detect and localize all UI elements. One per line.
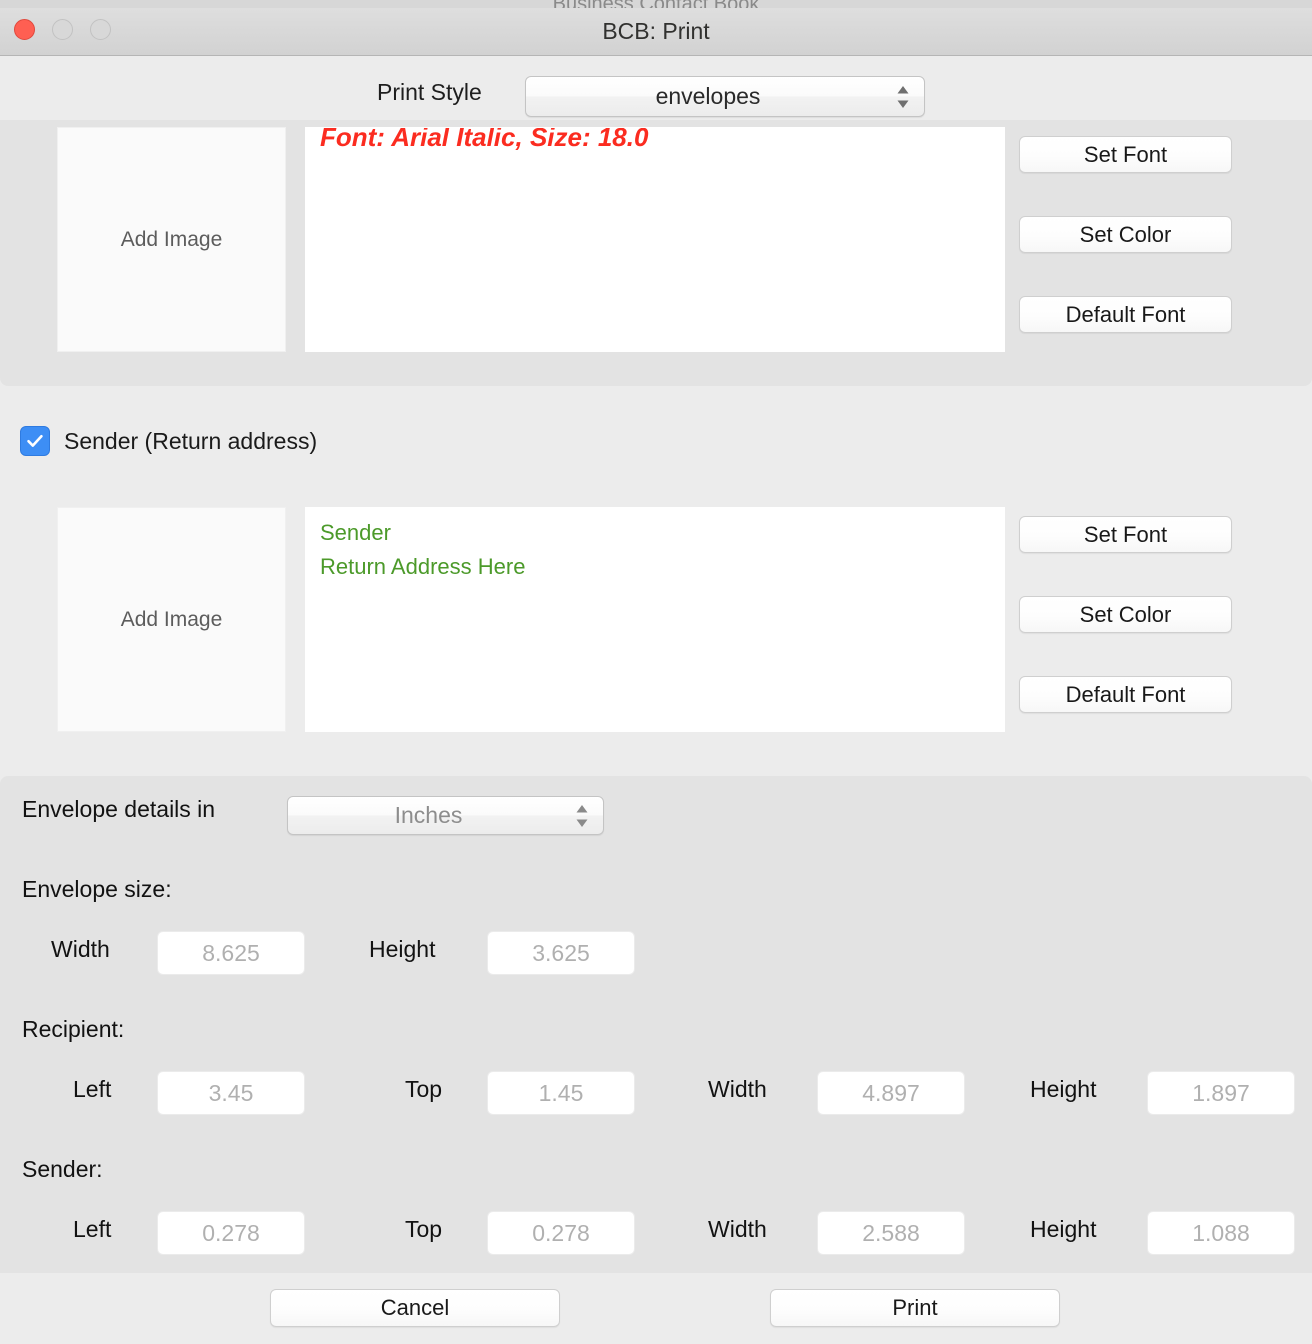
cancel-button-label: Cancel bbox=[380, 1295, 450, 1320]
chevron-updown-icon bbox=[896, 84, 910, 110]
sender-enable-checkbox[interactable] bbox=[20, 426, 50, 456]
envelope-units-dropdown[interactable]: Inches bbox=[287, 796, 604, 835]
footer-bar bbox=[0, 1273, 1312, 1344]
recipient-height-label: Height bbox=[1030, 1076, 1097, 1102]
chevron-updown-icon bbox=[575, 803, 589, 829]
sender-default-font-label: Default Font bbox=[1065, 681, 1186, 707]
sender-set-color-button[interactable]: Set Color bbox=[1019, 596, 1232, 633]
recipient-width-input[interactable]: 4.897 bbox=[817, 1071, 965, 1115]
sender-height-label: Height bbox=[1030, 1216, 1097, 1242]
recipient-add-image-label: Add Image bbox=[120, 227, 223, 251]
envelope-size-label: Envelope size: bbox=[22, 876, 172, 902]
checkmark-icon bbox=[27, 434, 43, 447]
sender-left-label: Left bbox=[73, 1216, 112, 1242]
recipient-set-color-button[interactable]: Set Color bbox=[1019, 216, 1232, 253]
recipient-set-font-button[interactable]: Set Font bbox=[1019, 136, 1232, 173]
sender-width-label: Width bbox=[708, 1216, 767, 1242]
sender-enable-checkbox-row[interactable]: Sender (Return address) bbox=[20, 426, 317, 456]
window-title: BCB: Print bbox=[602, 18, 710, 44]
recipient-top-input[interactable]: 1.45 bbox=[487, 1071, 635, 1115]
title-bar: BCB: Print bbox=[0, 8, 1312, 56]
sender-height-input[interactable]: 1.088 bbox=[1147, 1211, 1295, 1255]
envelope-units-value: Inches bbox=[394, 802, 463, 828]
sender-add-image-well[interactable]: Add Image bbox=[57, 507, 286, 732]
sender-set-color-label: Set Color bbox=[1079, 601, 1172, 627]
recipient-top-label: Top bbox=[405, 1076, 443, 1102]
print-style-value: envelopes bbox=[655, 83, 761, 109]
sender-enable-checkbox-label: Sender (Return address) bbox=[64, 427, 318, 454]
print-button-label: Print bbox=[892, 1295, 938, 1320]
recipient-left-label: Left bbox=[73, 1076, 112, 1102]
envelope-width-input[interactable]: 8.625 bbox=[157, 931, 305, 975]
print-dialog-window: BCB: Print Print Style envelopes Add Ima… bbox=[0, 8, 1312, 1344]
recipient-preview-textbox[interactable]: Font: Arial Italic, Size: 18.0 bbox=[305, 127, 1005, 352]
sender-left-input[interactable]: 0.278 bbox=[157, 1211, 305, 1255]
sender-top-label: Top bbox=[405, 1216, 443, 1242]
sender-preview-textbox[interactable]: Sender Return Address Here bbox=[305, 507, 1005, 732]
envelope-width-label: Width bbox=[51, 936, 110, 962]
recipient-height-input[interactable]: 1.897 bbox=[1147, 1071, 1295, 1115]
recipient-default-font-button[interactable]: Default Font bbox=[1019, 296, 1232, 333]
envelope-details-group bbox=[0, 776, 1312, 1273]
recipient-width-label: Width bbox=[708, 1076, 767, 1102]
sender-preview-line-2: Return Address Here bbox=[320, 554, 526, 579]
cancel-button[interactable]: Cancel bbox=[270, 1289, 560, 1327]
recipient-preview-text: Font: Arial Italic, Size: 18.0 bbox=[320, 127, 649, 152]
print-style-label: Print Style bbox=[377, 79, 482, 105]
sender-top-input[interactable]: 0.278 bbox=[487, 1211, 635, 1255]
sender-width-input[interactable]: 2.588 bbox=[817, 1211, 965, 1255]
sender-preview-line-1: Sender bbox=[320, 520, 391, 545]
envelope-height-input[interactable]: 3.625 bbox=[487, 931, 635, 975]
envelope-units-label: Envelope details in bbox=[22, 796, 216, 822]
print-button[interactable]: Print bbox=[770, 1289, 1060, 1327]
recipient-default-font-label: Default Font bbox=[1065, 301, 1186, 327]
envelope-sender-label: Sender: bbox=[22, 1156, 103, 1182]
recipient-add-image-well[interactable]: Add Image bbox=[57, 127, 286, 352]
sender-set-font-label: Set Font bbox=[1083, 521, 1168, 547]
envelope-height-label: Height bbox=[369, 936, 436, 962]
recipient-set-color-label: Set Color bbox=[1079, 221, 1172, 247]
sender-default-font-button[interactable]: Default Font bbox=[1019, 676, 1232, 713]
recipient-left-input[interactable]: 3.45 bbox=[157, 1071, 305, 1115]
sender-set-font-button[interactable]: Set Font bbox=[1019, 516, 1232, 553]
print-style-dropdown[interactable]: envelopes bbox=[525, 76, 925, 117]
sender-add-image-label: Add Image bbox=[120, 607, 223, 631]
recipient-set-font-label: Set Font bbox=[1083, 141, 1168, 167]
envelope-recipient-label: Recipient: bbox=[22, 1016, 125, 1042]
